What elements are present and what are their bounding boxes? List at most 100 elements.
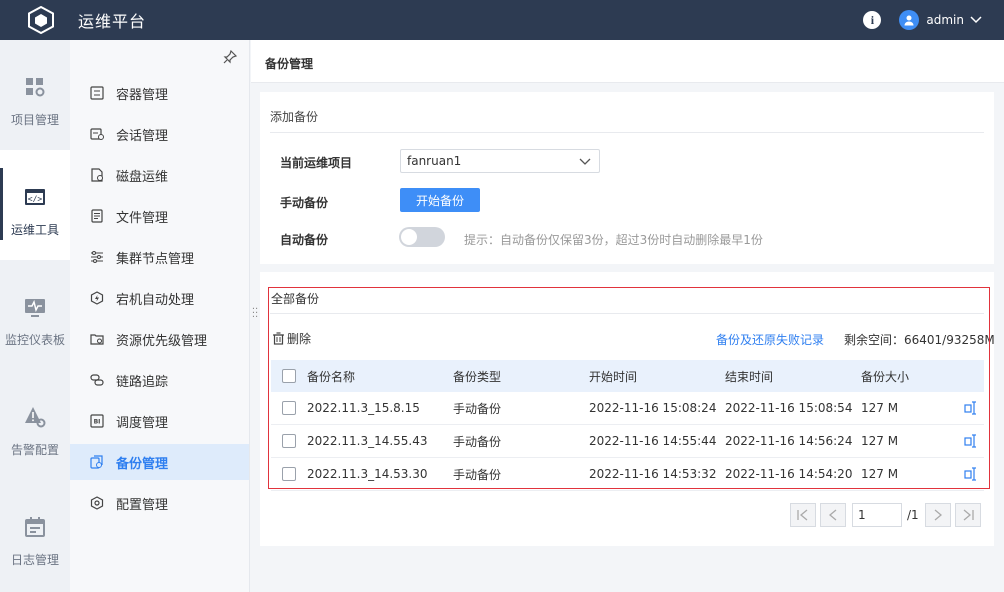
- start-time: 2022-11-16 15:08:24: [589, 401, 717, 415]
- sidebar-item-trace[interactable]: 链路追踪: [70, 362, 249, 398]
- calendar-icon: [25, 517, 45, 537]
- row-checkbox[interactable]: [282, 467, 296, 481]
- rail-item-log[interactable]: 日志管理: [0, 480, 70, 590]
- rail-label: 告警配置: [10, 443, 59, 457]
- column-header: 结束时间: [725, 369, 774, 384]
- next-page-button[interactable]: [924, 503, 951, 527]
- sidebar-item-auto-process[interactable]: 宕机自动处理: [70, 280, 249, 316]
- sidebar-item-label: 文件管理: [116, 210, 169, 226]
- column-header: 备份类型: [453, 369, 502, 384]
- backup-name: 2022.11.3_15.8.15: [307, 401, 420, 415]
- page-total: /1: [907, 508, 919, 522]
- pin-icon[interactable]: [223, 50, 237, 64]
- auto-backup-toggle[interactable]: [399, 227, 445, 247]
- rail-label: 监控仪表板: [4, 333, 65, 347]
- left-rail: 项目管理 </> 运维工具 监控仪表板 告警配置 日志管理: [0, 40, 70, 592]
- divider: [270, 132, 984, 133]
- sidebar-item-schedule[interactable]: BI 调度管理: [70, 403, 249, 439]
- app-title: 运维平台: [78, 12, 147, 31]
- project-select[interactable]: fanruan1: [400, 149, 600, 173]
- backup-size: 127 M: [861, 434, 899, 448]
- divider: [270, 313, 984, 314]
- rail-label: 项目管理: [10, 113, 59, 127]
- sidebar-menu: 容器管理 会话管理 磁盘运维 文件管理 集群节点管理 宕机自动处理 资源优先级管…: [70, 75, 249, 526]
- sidebar-item-priority[interactable]: 资源优先级管理: [70, 321, 249, 357]
- sidebar-item-session[interactable]: 会话管理: [70, 116, 249, 152]
- column-header: 备份名称: [307, 369, 356, 384]
- top-header: 运维平台 i admin: [0, 0, 1004, 40]
- avatar[interactable]: [899, 10, 920, 30]
- card-title: 添加备份: [270, 110, 319, 124]
- sidebar-item-label: 调度管理: [116, 415, 169, 431]
- project-label: 当前运维项目: [280, 156, 353, 170]
- start-backup-button[interactable]: 开始备份: [400, 188, 480, 212]
- project-select-value: fanruan1: [407, 154, 462, 168]
- end-time: 2022-11-16 14:54:20: [725, 467, 853, 481]
- sidebar-item-disk[interactable]: 磁盘运维: [70, 157, 249, 193]
- sidebar-item-container[interactable]: 容器管理: [70, 75, 249, 111]
- delete-button[interactable]: 删除: [272, 330, 311, 347]
- alert-gear-icon: [25, 407, 46, 428]
- chevron-down-icon[interactable]: [970, 14, 982, 27]
- sidebar-item-config[interactable]: 配置管理: [70, 485, 249, 521]
- config-icon: [90, 496, 104, 510]
- restore-icon[interactable]: [964, 467, 978, 481]
- rail-item-monitor[interactable]: 监控仪表板: [0, 260, 70, 370]
- trace-icon: [90, 374, 104, 386]
- rail-label: 运维工具: [10, 223, 59, 237]
- sidebar-item-label: 容器管理: [116, 87, 169, 103]
- sidebar-item-label: 磁盘运维: [116, 169, 169, 185]
- page-header: 备份管理: [251, 40, 1004, 83]
- auto-backup-label: 自动备份: [280, 233, 329, 247]
- first-page-button[interactable]: [790, 503, 816, 527]
- row-checkbox[interactable]: [282, 434, 296, 448]
- page-number-input[interactable]: 1: [852, 503, 902, 527]
- restore-icon[interactable]: [964, 434, 978, 448]
- manual-backup-label: 手动备份: [280, 196, 329, 210]
- sidebar-item-label: 链路追踪: [116, 374, 169, 390]
- sidebar: 容器管理 会话管理 磁盘运维 文件管理 集群节点管理 宕机自动处理 资源优先级管…: [70, 40, 250, 592]
- restore-icon[interactable]: [964, 401, 978, 415]
- backup-name: 2022.11.3_14.53.30: [307, 467, 428, 481]
- backup-type: 手动备份: [453, 467, 502, 482]
- auto-backup-hint: 提示：自动备份仅保留3份，超过3份时自动删除最早1份: [464, 233, 763, 247]
- last-page-button[interactable]: [954, 503, 981, 527]
- fail-records-link[interactable]: 备份及还原失败记录: [716, 331, 824, 348]
- backup-icon: [90, 455, 103, 469]
- user-name[interactable]: admin: [926, 13, 964, 27]
- prev-page-button[interactable]: [820, 503, 846, 527]
- row-checkbox[interactable]: [282, 401, 296, 415]
- file-icon: [91, 209, 103, 223]
- backup-size: 127 M: [861, 401, 899, 415]
- last-page-icon: [963, 509, 974, 521]
- sidebar-item-file[interactable]: 文件管理: [70, 198, 249, 234]
- column-header: 备份大小: [861, 369, 910, 384]
- cube-logo-icon[interactable]: [22, 0, 60, 40]
- backup-type: 手动备份: [453, 434, 502, 449]
- session-icon: [90, 128, 104, 140]
- page-title: 备份管理: [265, 57, 314, 71]
- code-window-icon: </>: [25, 189, 45, 205]
- remaining-space: 剩余空间：66401/93258M: [844, 333, 995, 347]
- rail-item-ops-tools[interactable]: </> 运维工具: [0, 150, 70, 260]
- toggle-knob: [401, 229, 417, 245]
- info-icon[interactable]: i: [863, 11, 882, 29]
- select-all-checkbox[interactable]: [282, 369, 296, 383]
- main-content: 备份管理 添加备份 当前运维项目 fanruan1 手动备份 开始备份 自动备份…: [251, 40, 1004, 592]
- start-time: 2022-11-16 14:53:32: [589, 467, 717, 481]
- rail-item-project[interactable]: 项目管理: [0, 40, 70, 150]
- chevron-left-icon: [828, 509, 837, 521]
- sidebar-item-cluster[interactable]: 集群节点管理: [70, 239, 249, 275]
- rail-item-alert[interactable]: 告警配置: [0, 370, 70, 480]
- sidebar-item-label: 备份管理: [116, 456, 169, 472]
- table-header: 备份名称 备份类型 开始时间 结束时间 备份大小: [271, 360, 984, 392]
- monitor-icon: [25, 299, 45, 317]
- auto-process-icon: [90, 291, 104, 305]
- sidebar-item-backup[interactable]: 备份管理: [70, 444, 249, 480]
- svg-text:</>: </>: [28, 195, 43, 204]
- grid-gear-icon: [26, 78, 45, 97]
- schedule-icon: BI: [90, 414, 104, 428]
- end-time: 2022-11-16 15:08:54: [725, 401, 853, 415]
- add-backup-card: 添加备份 当前运维项目 fanruan1 手动备份 开始备份 自动备份 提示：自…: [260, 92, 994, 264]
- table-row: 2022.11.3_15.8.15 手动备份 2022-11-16 15:08:…: [271, 392, 984, 425]
